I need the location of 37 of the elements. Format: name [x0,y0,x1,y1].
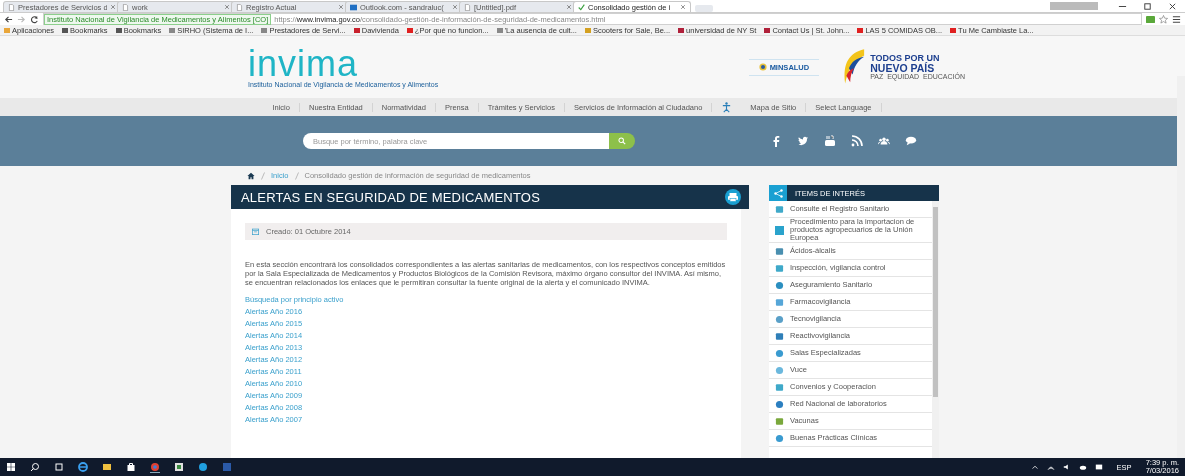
group-icon[interactable] [878,135,890,147]
square-icon [775,225,784,235]
extension-icon[interactable] [1146,14,1155,24]
chat-icon[interactable] [905,135,917,147]
print-icon[interactable] [725,189,741,205]
share-icon [773,188,783,198]
search-icon [618,137,626,145]
windows-start-icon[interactable] [6,462,16,472]
scrollbar[interactable] [932,201,939,458]
calendar-icon [252,228,259,235]
rss-icon[interactable] [851,135,863,147]
home-icon[interactable] [247,171,255,180]
back-icon[interactable] [4,14,13,24]
page-title: ALERTAS EN SEGURIDAD DE MEDICAMENTOS [241,189,541,205]
close-icon[interactable] [1168,1,1177,11]
folder-icon[interactable] [102,462,112,472]
seal-icon [758,63,767,71]
check-icon [578,3,585,11]
slash-separator-icon [294,171,299,180]
speaker-icon[interactable] [1062,463,1071,471]
menu-icon[interactable] [1172,14,1181,24]
task-view-icon[interactable] [54,462,64,472]
slogan-text: TODOS POR UN [870,53,941,63]
mail-icon [350,3,357,11]
slogan-title: NUEVO PAÍS [870,62,935,74]
search-button[interactable] [609,133,635,149]
slash-separator-icon [261,171,265,180]
shopping-bag-icon[interactable] [126,462,136,472]
bird-icon[interactable] [797,135,809,147]
page-scrollbar[interactable] [1177,76,1185,458]
accessibility-icon[interactable] [721,101,733,113]
search-icon[interactable] [30,462,40,472]
reload-icon[interactable] [30,14,39,24]
browser-e-icon[interactable] [78,462,88,472]
caret-icon[interactable] [1030,463,1039,471]
restore-icon[interactable] [1143,1,1152,11]
cloud-icon[interactable] [1078,463,1087,471]
